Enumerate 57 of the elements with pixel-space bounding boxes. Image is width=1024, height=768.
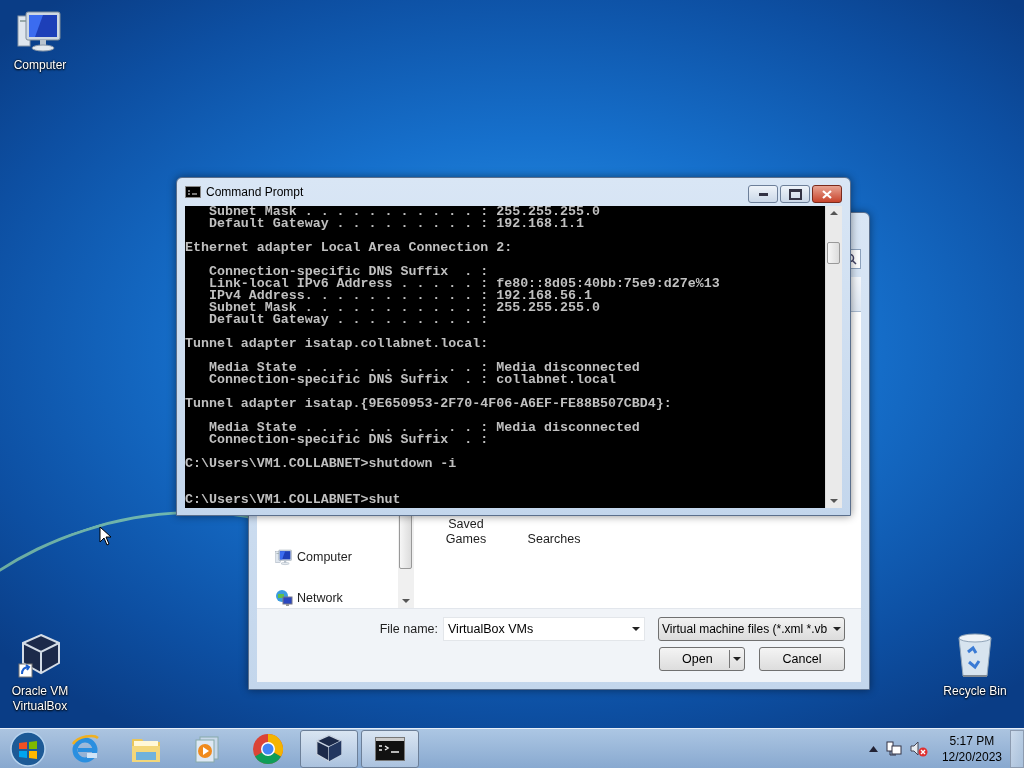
caret-icon[interactable] [632,627,640,631]
console-line: C:\Users\VM1.COLLABNET>shutdown -i [185,458,458,470]
cube-shortcut-icon [17,632,63,680]
caret-icon[interactable] [833,627,841,631]
desktop-icon-label[interactable]: Oracle VM VirtualBox [5,684,75,714]
desktop-icon-label[interactable]: Computer [13,58,67,73]
computer-icon [16,10,64,54]
minimize-button[interactable] [748,185,778,203]
mouse-pointer-icon [99,526,112,546]
console-line: Tunnel adapter isatap.{9E650953-2F70-4F06-A6EF-FE88B507CBD4}: [185,398,673,410]
console-line: Subnet Mask . . . . . . . . . . . : 255.255.255.0 [207,302,601,314]
muted-speaker-icon[interactable] [909,740,928,757]
open-button[interactable]: Open [659,647,745,671]
console-line: Default Gateway . . . . . . . . . : 192.168.1.1 [207,218,585,230]
computer-icon [275,548,293,566]
nav-item[interactable]: Computer [297,550,352,564]
clock-date[interactable]: 12/20/2023 [941,748,1002,765]
globe-monitor-icon [275,589,293,607]
console-line: Media State . . . . . . . . . . . : Media disconnected [207,422,641,434]
terminal-icon[interactable] [375,736,405,761]
console-line: Connection-specific DNS Suffix . : [207,434,490,446]
up-arrow-icon[interactable] [868,745,878,752]
field-label: File name: [379,622,438,636]
cancel-button[interactable]: Cancel [759,647,845,671]
window-title: Command Prompt [206,185,305,199]
maximize-button[interactable] [780,185,810,203]
minimize-icon [758,192,768,196]
terminal-icon [185,186,201,198]
console-line: Tunnel adapter isatap.collabnet.local: [185,338,490,350]
console-line: C:\Users\VM1.COLLABNET>shut [185,494,402,506]
desktop-icon-label[interactable]: Recycle Bin [943,684,1007,699]
console-line: Default Gateway . . . . . . . . . : [207,314,490,326]
taskbar-button[interactable] [300,729,358,768]
recycle-bin-icon [955,632,995,680]
clock-time[interactable]: 5:17 PM [949,732,995,749]
console-line: Connection-specific DNS Suffix . : [207,266,490,278]
console-line: Subnet Mask . . . . . . . . . . . : 255.255.255.0 [207,206,601,218]
cube-icon[interactable] [314,732,344,765]
browser-icon[interactable] [70,733,100,764]
console-line: Link-local IPv6 Address . . . . . : fe80::8d05:40bb:75e9:d27e%13 [207,278,721,290]
network-icon[interactable] [885,740,902,757]
nav-item[interactable]: Network [297,591,343,605]
console-line: Ethernet adapter Local Area Connection 2: [185,242,514,254]
console-line: IPv4 Address. . . . . . . . . . . : 192.168.56.1 [207,290,592,302]
maximize-icon [788,188,802,200]
console-line: Media State . . . . . . . . . . . : Media disconnected [207,362,641,374]
taskbar-button[interactable] [361,729,419,768]
console-line: Connection-specific DNS Suffix . : collabnet.local [207,374,617,386]
close-button[interactable] [812,185,842,203]
close-icon [822,189,832,199]
folder-label[interactable]: Searches [524,532,584,547]
file-name-field[interactable]: VirtualBox VMs [443,617,645,641]
folder-label[interactable]: Saved Games [436,517,496,547]
start-button[interactable] [8,728,48,768]
round-logo-icon[interactable] [252,732,284,765]
caret-icon[interactable] [733,657,741,661]
file-type-dropdown[interactable]: Virtual machine files (*.xml *.vb [658,617,845,641]
